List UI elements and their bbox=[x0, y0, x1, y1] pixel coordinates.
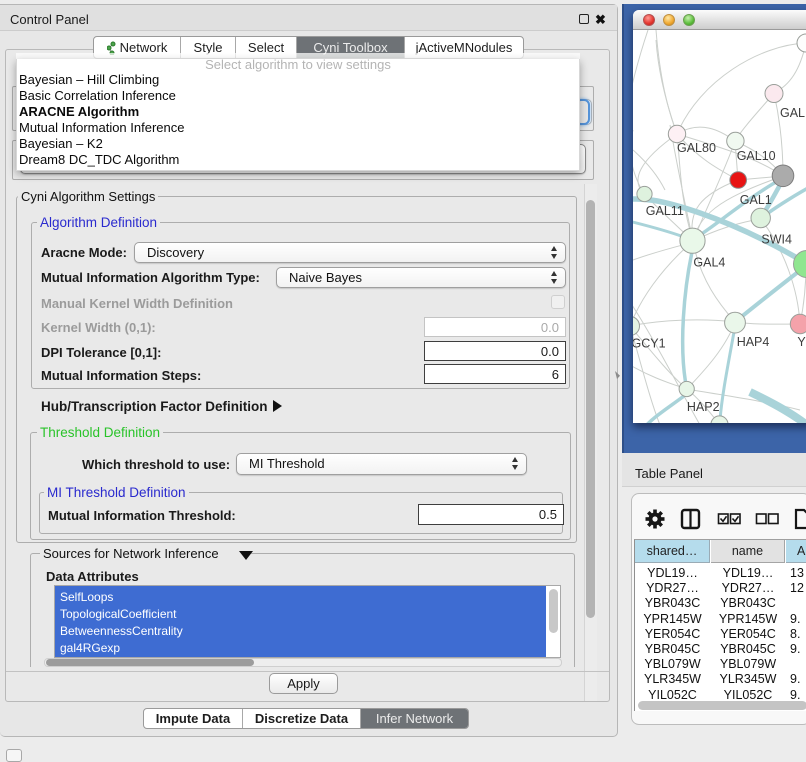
svg-text:GAL1: GAL1 bbox=[740, 193, 772, 207]
svg-text:GAL10: GAL10 bbox=[737, 149, 776, 163]
svg-text:HAP2: HAP2 bbox=[687, 400, 720, 414]
svg-text:HAP4: HAP4 bbox=[737, 335, 770, 349]
svg-text:Y: Y bbox=[797, 335, 806, 349]
svg-text:GAL80: GAL80 bbox=[677, 141, 716, 155]
svg-text:GCY1: GCY1 bbox=[633, 337, 666, 351]
svg-text:GAL4: GAL4 bbox=[693, 256, 725, 270]
svg-text:SWI4: SWI4 bbox=[761, 233, 792, 247]
svg-text:GAL11: GAL11 bbox=[646, 204, 684, 218]
svg-text:GAL: GAL bbox=[780, 106, 805, 120]
